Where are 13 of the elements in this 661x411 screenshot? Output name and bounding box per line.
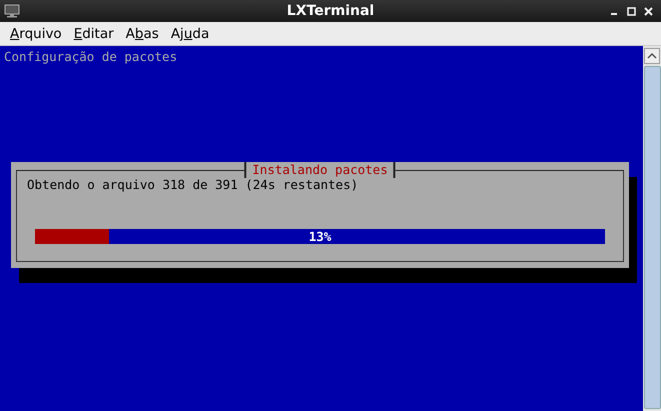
- menu-item[interactable]: Arquivo: [4, 26, 68, 42]
- menu-item[interactable]: Editar: [68, 26, 120, 42]
- monitor-icon: [4, 4, 20, 18]
- maximize-icon[interactable]: [627, 6, 636, 16]
- window-title: LXTerminal: [286, 3, 374, 19]
- menu-item[interactable]: Ajuda: [164, 26, 216, 42]
- menu-item[interactable]: Abas: [120, 26, 165, 42]
- progress-reading: 13%: [308, 229, 332, 244]
- close-icon[interactable]: [644, 6, 653, 16]
- scroll-up-icon[interactable]: [644, 48, 660, 64]
- terminal-header: Configuração de pacotes: [4, 49, 178, 64]
- dialog-title: Instalando pacotes: [244, 162, 396, 178]
- progress-message: Obtendo o arquivo 318 de 391 (24s restantes): [27, 177, 360, 192]
